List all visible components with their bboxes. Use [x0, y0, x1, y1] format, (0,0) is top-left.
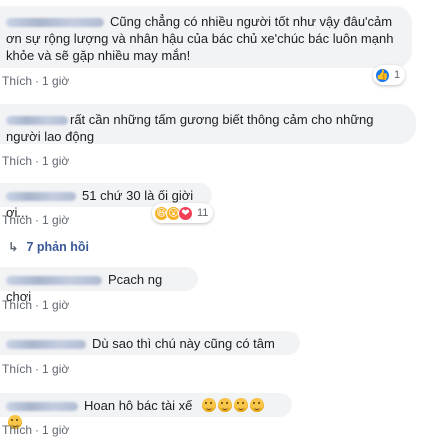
love-reaction-icon: ❤	[178, 205, 193, 221]
author-name-blurred[interactable]	[6, 276, 102, 286]
reply-arrow-icon: ↳	[8, 240, 19, 254]
timestamp[interactable]: 1 giờ	[42, 362, 69, 376]
reaction-summary[interactable]: 👍 1	[373, 65, 406, 85]
comment-actions: Thích · 1 giờ	[2, 154, 70, 168]
comment-bubble: Cũng chẳng có nhiều người tốt như vậy đâ…	[0, 6, 412, 68]
comment-bubble: Dù sao thì chú này cũng có tâm	[0, 331, 300, 355]
comment-actions: Thích · 1 giờ	[2, 362, 70, 376]
like-link[interactable]: Thích	[2, 423, 32, 437]
comment-text: Dù sao thì chú này cũng có tâm	[92, 336, 275, 351]
comment-actions: Thích · 1 giờ	[2, 298, 70, 312]
comment-bubble: rất cần những tấm gương biết thông cảm c…	[0, 104, 416, 144]
comment-bubble: Hoan hô bác tài xế	[0, 393, 292, 429]
reaction-count: 1	[394, 69, 401, 81]
timestamp[interactable]: 1 giờ	[42, 154, 69, 168]
view-replies-link[interactable]: ↳ 7 phản hồi	[8, 239, 89, 254]
reaction-count: 11	[197, 207, 209, 219]
like-link[interactable]: Thích	[2, 298, 32, 312]
timestamp[interactable]: 1 giờ	[42, 423, 69, 437]
like-link[interactable]: Thích	[2, 74, 32, 88]
grinning-emoji-icon	[202, 398, 217, 412]
comment-actions: Thích · 1 giờ	[2, 423, 70, 437]
grinning-emoji-icon	[250, 398, 265, 412]
comment-actions: Thích · 1 giờ	[2, 74, 70, 88]
author-name-blurred[interactable]	[6, 116, 68, 126]
like-link[interactable]: Thích	[2, 213, 32, 227]
author-name-blurred[interactable]	[6, 340, 86, 350]
grinning-emoji-icon	[218, 398, 233, 412]
replies-count-label: 7 phản hồi	[26, 240, 89, 254]
grinning-emoji-icon	[234, 398, 249, 412]
like-link[interactable]: Thích	[2, 154, 32, 168]
author-name-blurred[interactable]	[6, 18, 104, 28]
timestamp[interactable]: 1 giờ	[42, 74, 69, 88]
comment-actions: Thích · 1 giờ	[2, 213, 70, 227]
like-link[interactable]: Thích	[2, 362, 32, 376]
author-name-blurred[interactable]	[6, 192, 76, 202]
like-reaction-icon: 👍	[375, 67, 390, 83]
timestamp[interactable]: 1 giờ	[42, 298, 69, 312]
comment-text: Hoan hô bác tài xế	[84, 398, 193, 413]
author-name-blurred[interactable]	[6, 402, 78, 412]
comment-bubble: Pcach ng chơi	[0, 267, 198, 304]
timestamp[interactable]: 1 giờ	[42, 213, 69, 227]
reaction-summary[interactable]: 😆 😮 ❤ 11	[152, 203, 214, 223]
